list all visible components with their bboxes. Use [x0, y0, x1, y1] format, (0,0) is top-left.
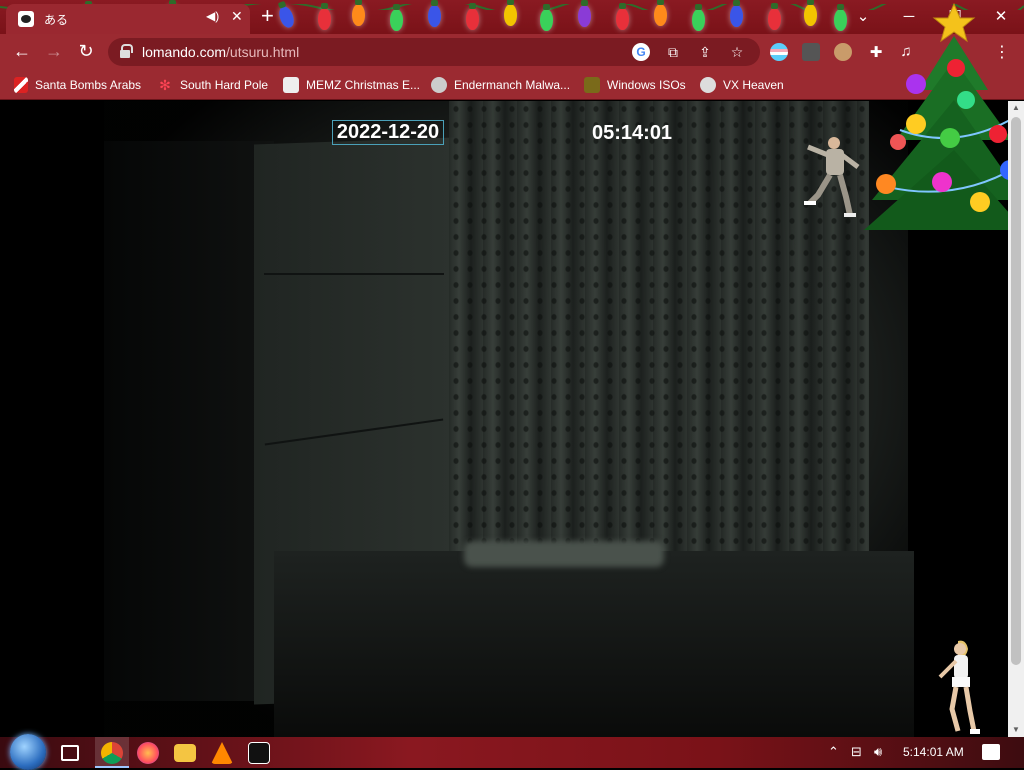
- url-path: /utsuru.html: [226, 44, 300, 60]
- firefox-icon[interactable]: [137, 742, 159, 764]
- bookmark-label: MEMZ Christmas E...: [306, 78, 421, 92]
- bookmark-favicon-icon: [14, 77, 28, 93]
- bookmark-santa-bombs-arabs[interactable]: Santa Bombs Arabs: [14, 76, 141, 94]
- taskbar: ⌃ ⊟ 🔊︎ 5:14:01 AM: [0, 734, 1024, 770]
- web-page: 2022-12-20 05:14:01: [0, 101, 1008, 737]
- lock-icon[interactable]: [120, 44, 133, 58]
- bookmark-endermanch-malware[interactable]: Endermanch Malwa...: [431, 76, 570, 94]
- pillow-shape: [464, 541, 664, 567]
- bookmark-windows-isos[interactable]: Windows ISOs: [584, 76, 686, 94]
- light-bulb: [318, 3, 331, 30]
- bookmark-label: Endermanch Malwa...: [454, 78, 571, 92]
- task-view-icon[interactable]: [61, 745, 79, 761]
- browser-tab[interactable]: ある ◀) ✕: [6, 4, 250, 34]
- taskbar-clock[interactable]: 5:14:01 AM: [903, 745, 964, 759]
- share-icon[interactable]: ⇪: [696, 43, 714, 61]
- dancing-man-sprite: [804, 137, 860, 217]
- network-icon[interactable]: ⊟: [851, 744, 862, 760]
- tab-audio-icon[interactable]: ◀): [206, 9, 219, 23]
- notifications-icon[interactable]: [982, 744, 1000, 760]
- google-icon[interactable]: G: [632, 43, 650, 61]
- floor-shape: [274, 551, 914, 737]
- translate-icon[interactable]: ⧉: [664, 43, 682, 61]
- christmas-tree-icon: [864, 2, 1024, 230]
- reload-icon[interactable]: ↻: [74, 41, 98, 62]
- scroll-down-icon[interactable]: ▼: [1008, 723, 1024, 737]
- tray-chevron-icon[interactable]: ⌃: [828, 744, 839, 760]
- bookmark-label: VX Heaven: [723, 78, 784, 92]
- tab-close-icon[interactable]: ✕: [231, 8, 243, 25]
- wall-stripe: [264, 273, 444, 275]
- light-bulb: [730, 0, 743, 27]
- url-domain: lomando.com: [142, 44, 227, 60]
- scroll-up-icon[interactable]: ▲: [1008, 101, 1024, 115]
- bookmark-south-hard-pole[interactable]: ✻ South Hard Pole: [157, 76, 268, 94]
- forward-icon[interactable]: →: [42, 41, 66, 62]
- bookmark-label: Windows ISOs: [607, 78, 686, 92]
- light-bulb: [466, 3, 479, 30]
- bookmark-label: South Hard Pole: [180, 78, 269, 92]
- scrollbar-thumb[interactable]: [1011, 117, 1021, 665]
- light-bulb: [390, 4, 403, 31]
- bookmark-favicon-icon: [584, 77, 600, 93]
- 7zip-icon[interactable]: [248, 742, 270, 764]
- tab-favicon-icon: [18, 11, 34, 27]
- light-bulb: [654, 0, 667, 26]
- bookmark-memz-christmas[interactable]: MEMZ Christmas E...: [283, 76, 420, 94]
- bookmark-favicon-icon: [283, 77, 299, 93]
- bookmark-favicon-icon: [431, 77, 447, 93]
- tab-title: ある: [44, 13, 69, 27]
- address-bar[interactable]: lomando.com/utsuru.html G ⧉ ⇪ ☆: [108, 38, 760, 66]
- volume-icon[interactable]: 🔊︎: [874, 744, 882, 760]
- light-bulb: [804, 0, 817, 26]
- chrome-icon[interactable]: [101, 742, 123, 764]
- light-bulb: [768, 3, 781, 30]
- file-explorer-icon[interactable]: [174, 744, 196, 762]
- light-bulb: [578, 0, 591, 27]
- new-tab-button[interactable]: +: [261, 3, 274, 29]
- light-bulb: [616, 3, 629, 30]
- extension-flag-icon[interactable]: [770, 43, 788, 61]
- bookmark-label: Santa Bombs Arabs: [35, 78, 142, 92]
- light-bulb: [428, 0, 441, 27]
- time-display: 05:14:01: [592, 122, 673, 144]
- date-display[interactable]: 2022-12-20: [332, 120, 444, 145]
- vlc-icon[interactable]: [211, 742, 233, 764]
- snowflake-icon: ✻: [159, 77, 171, 93]
- url-text[interactable]: lomando.com/utsuru.html: [142, 44, 299, 60]
- extension-s-icon[interactable]: [802, 43, 820, 61]
- profile-avatar[interactable]: [834, 43, 852, 61]
- vertical-scrollbar[interactable]: ▲ ▼: [1008, 101, 1024, 737]
- back-icon[interactable]: ←: [10, 41, 34, 62]
- dark-wardrobe-shape: [104, 141, 274, 701]
- dancing-woman-sprite: [938, 640, 980, 734]
- camera-feed-image: [104, 101, 914, 737]
- bookmark-favicon-icon: [700, 77, 716, 93]
- star-icon[interactable]: ☆: [728, 43, 746, 61]
- light-bulb: [504, 0, 517, 26]
- start-button[interactable]: [10, 734, 46, 770]
- light-bulb: [692, 4, 705, 31]
- light-bulb: [540, 4, 553, 31]
- light-bulb: [352, 0, 365, 26]
- bookmark-vx-heaven[interactable]: VX Heaven: [700, 76, 784, 94]
